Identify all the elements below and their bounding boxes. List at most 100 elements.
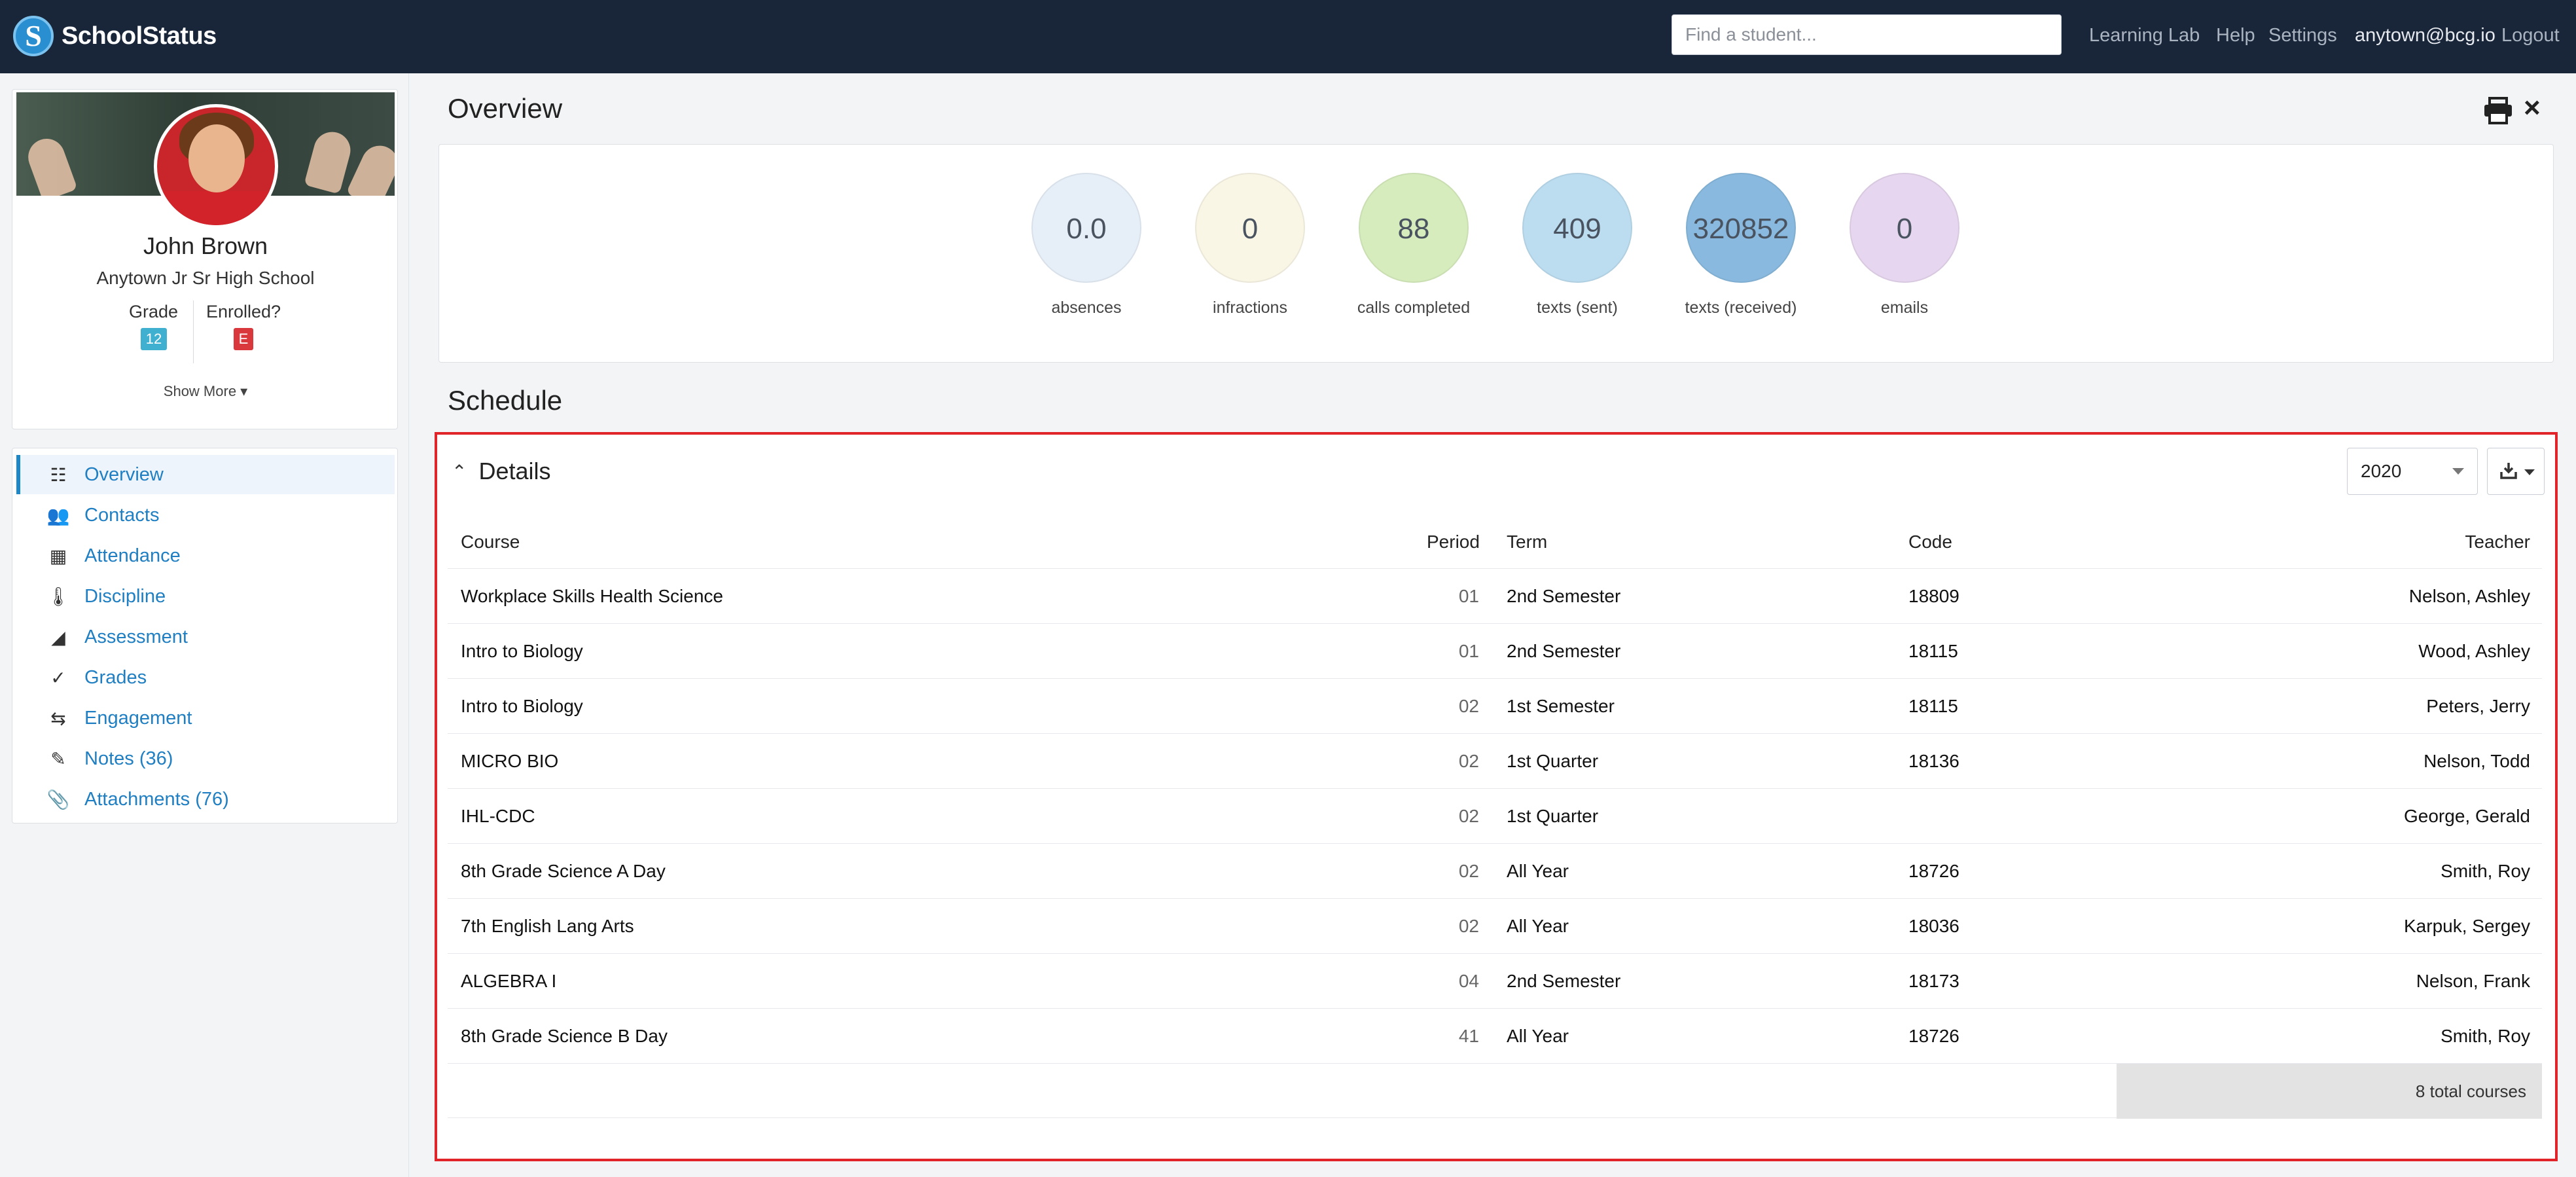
cell-course: ALGEBRA I	[461, 971, 557, 991]
sidebar-item-overview[interactable]: ☷ Overview	[16, 455, 395, 494]
student-avatar	[154, 104, 278, 228]
close-icon[interactable]: ×	[2524, 92, 2541, 124]
student-profile-card: John Brown Anytown Jr Sr High School Gra…	[12, 89, 398, 429]
student-search-input[interactable]	[1672, 14, 2062, 55]
schedule-table-footer: 8 total courses	[448, 1063, 2542, 1119]
arrows-icon: ⇆	[50, 708, 66, 729]
table-row[interactable]: ALGEBRA I 04 2nd Semester 18173 Nelson, Fran…	[448, 953, 2542, 1008]
cell-code: 18726	[1908, 861, 1959, 881]
cell-term: All Year	[1507, 1026, 1569, 1046]
brand-name: SchoolStatus	[62, 22, 217, 50]
sidebar-item-label: Grades	[84, 666, 147, 688]
stat-divider	[193, 300, 194, 363]
sidebar-item-label: Engagement	[84, 707, 192, 729]
stat-texts-received-circle[interactable]: 320852	[1686, 173, 1796, 283]
table-row[interactable]: Workplace Skills Health Science 01 2nd Sem…	[448, 568, 2542, 623]
sidebar-item-label: Attendance	[84, 545, 181, 566]
calendar-icon: ▦	[49, 545, 67, 566]
cell-period: 41	[1458, 1026, 1479, 1046]
col-header-period[interactable]: Period	[1427, 532, 1480, 552]
cell-code: 18115	[1908, 641, 1958, 661]
cell-period: 04	[1458, 971, 1479, 991]
col-header-course[interactable]: Course	[461, 532, 520, 552]
table-row[interactable]: MICRO BIO 02 1st Quarter 18136 Nelson, Todd	[448, 733, 2542, 788]
cell-course: 8th Grade Science A Day	[461, 861, 666, 881]
cell-term: All Year	[1507, 861, 1569, 881]
year-select-value: 2020	[2361, 461, 2402, 481]
nav-logout-link[interactable]: Logout	[2501, 0, 2560, 73]
nav-user-email[interactable]: anytown@bcg.io	[2355, 0, 2496, 73]
cell-term: All Year	[1507, 916, 1569, 936]
cell-code: 18036	[1908, 916, 1959, 936]
cell-course: MICRO BIO	[461, 751, 559, 771]
stat-calls-circle[interactable]: 88	[1359, 173, 1469, 283]
table-row[interactable]: Intro to Biology 01 2nd Semester 18115 Wood,…	[448, 623, 2542, 678]
schedule-title: Schedule	[448, 385, 563, 416]
sidebar-item-attachments[interactable]: 📎 Attachments (76)	[16, 780, 395, 819]
sidebar-item-grades[interactable]: ✓ Grades	[16, 658, 395, 697]
stat-texts-sent-circle[interactable]: 409	[1522, 173, 1632, 283]
sidebar-item-discipline[interactable]: 🌡 Discipline	[16, 577, 395, 616]
cell-term: 2nd Semester	[1507, 586, 1621, 606]
cell-term: 2nd Semester	[1507, 971, 1621, 991]
col-header-teacher[interactable]: Teacher	[2360, 532, 2530, 552]
chevron-down-icon	[2452, 468, 2464, 475]
stat-emails-label: emails	[1880, 299, 1929, 317]
cell-teacher: Smith, Roy	[2441, 861, 2530, 881]
col-header-code[interactable]: Code	[1908, 532, 1952, 552]
table-row[interactable]: Intro to Biology 02 1st Semester 18115 Peter…	[448, 678, 2542, 733]
stat-texts-received-label: texts (received)	[1685, 299, 1797, 317]
paperclip-icon: 📎	[46, 789, 70, 810]
sidebar-item-label: Notes (36)	[84, 748, 173, 769]
details-collapse-toggle[interactable]: ⌃ Details	[452, 450, 551, 492]
enrolled-label: Enrolled?	[206, 302, 281, 321]
cell-teacher: Smith, Roy	[2441, 1026, 2530, 1046]
col-header-term[interactable]: Term	[1507, 532, 1547, 552]
stat-value: 320852	[1692, 213, 1789, 245]
student-name: John Brown	[143, 232, 268, 259]
show-more-toggle[interactable]: Show More ▾	[12, 383, 399, 400]
sidebar-item-contacts[interactable]: 👥 Contacts	[16, 496, 395, 535]
brand-logo[interactable]: SchoolStatus	[13, 14, 217, 58]
sidebar-item-engagement[interactable]: ⇆ Engagement	[16, 698, 395, 738]
sidebar-item-assessment[interactable]: ◢ Assessment	[16, 617, 395, 657]
cell-term: 1st Quarter	[1507, 751, 1599, 771]
enrolled-badge: E	[234, 328, 253, 350]
cell-course: IHL-CDC	[461, 806, 535, 826]
nav-help-link[interactable]: Help	[2216, 0, 2255, 73]
export-button[interactable]	[2487, 448, 2545, 495]
pencil-icon: ✎	[50, 748, 66, 769]
table-row[interactable]: 7th English Lang Arts 02 All Year 18036 Karp…	[448, 898, 2542, 953]
sidebar-nav: ☷ Overview 👥 Contacts ▦ Attendance 🌡 Dis…	[12, 448, 398, 824]
cell-course: Intro to Biology	[461, 696, 583, 716]
table-row[interactable]: IHL-CDC 02 1st Quarter George, Gerald	[448, 788, 2542, 843]
cell-period: 02	[1458, 696, 1479, 716]
stat-infractions-circle[interactable]: 0	[1195, 173, 1305, 283]
check-icon: ✓	[50, 667, 66, 688]
stat-absences-label: absences	[1051, 299, 1122, 317]
cell-code: 18809	[1908, 586, 1959, 606]
cell-course: 7th English Lang Arts	[461, 916, 634, 936]
stat-absences-circle[interactable]: 0.0	[1031, 173, 1141, 283]
stat-value: 0	[1896, 213, 1913, 245]
stat-value: 0.0	[1066, 213, 1107, 245]
sidebar-item-notes[interactable]: ✎ Notes (36)	[16, 739, 395, 778]
table-row[interactable]: 8th Grade Science B Day 41 All Year 18726 Sm…	[448, 1008, 2542, 1063]
top-navbar: SchoolStatus Learning Lab Help Settings …	[0, 0, 2576, 73]
stat-emails-circle[interactable]: 0	[1850, 173, 1959, 283]
chevron-up-icon: ⌃	[452, 461, 467, 482]
table-row[interactable]: 8th Grade Science A Day 02 All Year 18726 Sm…	[448, 843, 2542, 898]
cell-code: 18173	[1908, 971, 1959, 991]
chart-icon: ◢	[51, 626, 65, 647]
cell-teacher: Wood, Ashley	[2418, 641, 2530, 661]
thermometer-icon: 🌡	[46, 586, 70, 607]
year-select[interactable]: 2020	[2347, 448, 2478, 495]
nav-learning-lab-link[interactable]: Learning Lab	[2089, 0, 2200, 73]
print-icon[interactable]	[2483, 97, 2513, 124]
cell-teacher: Karpuk, Sergey	[2404, 916, 2530, 936]
sidebar-item-attendance[interactable]: ▦ Attendance	[16, 536, 395, 575]
total-courses: 8 total courses	[2117, 1064, 2542, 1119]
nav-settings-link[interactable]: Settings	[2268, 0, 2337, 73]
schedule-details-panel: ⌃ Details 2020 Course Period Term Code T…	[435, 432, 2558, 1161]
overview-stats-panel	[438, 144, 2554, 363]
